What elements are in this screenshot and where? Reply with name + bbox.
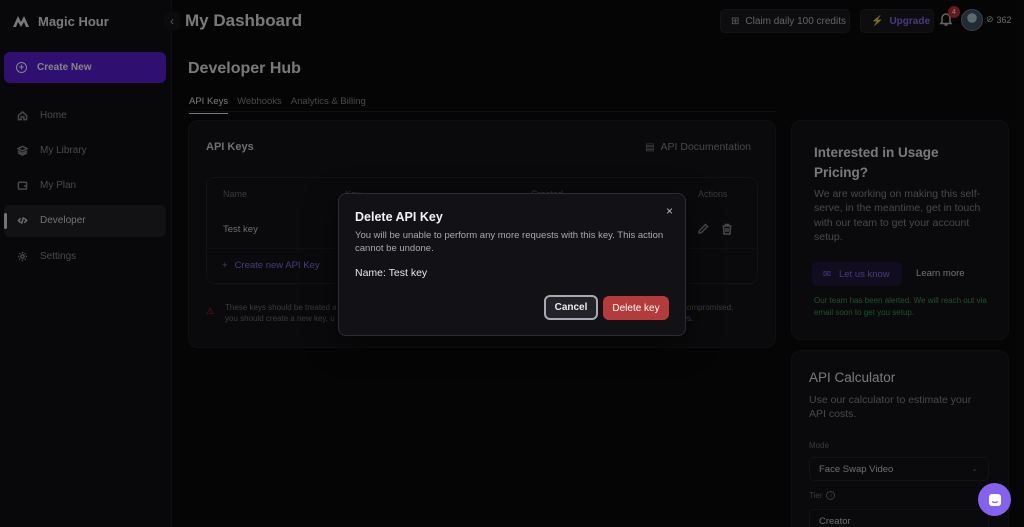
delete-api-key-dialog: Delete API Key × You will be unable to p… (338, 193, 686, 336)
dialog-title: Delete API Key (355, 210, 443, 224)
chat-icon (988, 493, 1001, 506)
dialog-description: You will be unable to perform any more r… (355, 230, 664, 255)
app-root: Magic Hour + Create New Home My Library … (0, 0, 1024, 527)
close-icon[interactable]: × (666, 204, 673, 218)
dialog-key-name: Name: Test key (355, 267, 428, 279)
delete-key-confirm-button[interactable]: Delete key (603, 296, 669, 320)
chat-support-button[interactable] (978, 483, 1011, 516)
cancel-button[interactable]: Cancel (544, 295, 598, 320)
